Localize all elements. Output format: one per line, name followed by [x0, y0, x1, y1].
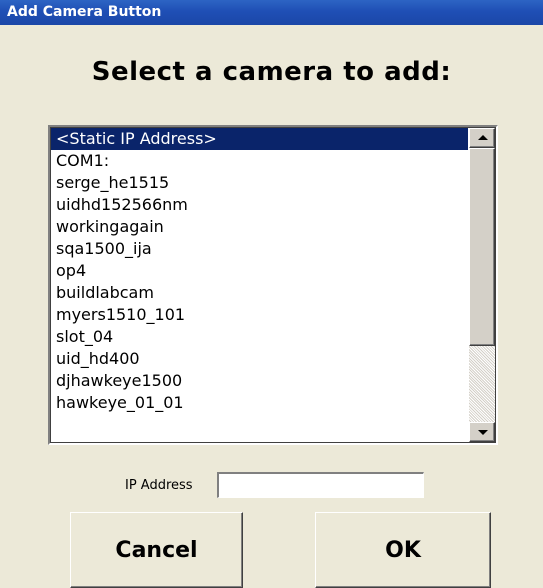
list-item-op4[interactable]: op4: [51, 260, 468, 282]
list-item-djhawkeye1500[interactable]: djhawkeye1500: [51, 370, 468, 392]
list-item-buildlabcam[interactable]: buildlabcam: [51, 282, 468, 304]
add-camera-dialog: Add Camera Button Select a camera to add…: [0, 0, 543, 588]
list-item-serge-he1515[interactable]: serge_he1515: [51, 172, 468, 194]
list-item-slot-04[interactable]: slot_04: [51, 326, 468, 348]
window-title: Add Camera Button: [0, 0, 543, 25]
arrow-up-icon: [478, 135, 488, 140]
ip-address-input[interactable]: [217, 472, 424, 498]
ip-address-label: IP Address: [125, 478, 193, 493]
cancel-button[interactable]: Cancel: [70, 512, 243, 588]
arrow-down-icon: [478, 430, 488, 435]
list-item-sqa1500-ija[interactable]: sqa1500_ija: [51, 238, 468, 260]
camera-list[interactable]: <Static IP Address> COM1: serge_he1515 u…: [51, 128, 468, 444]
list-item-static-ip[interactable]: <Static IP Address>: [51, 128, 468, 150]
list-item-hawkeye-01-01[interactable]: hawkeye_01_01: [51, 392, 468, 414]
list-item-myers1510-101[interactable]: myers1510_101: [51, 304, 468, 326]
list-item-com1[interactable]: COM1:: [51, 150, 468, 172]
list-scrollbar[interactable]: [469, 128, 495, 442]
list-item-uid-hd400[interactable]: uid_hd400: [51, 348, 468, 370]
page-title: Select a camera to add:: [91, 57, 452, 87]
list-item-workingagain[interactable]: workingagain: [51, 216, 468, 238]
scroll-down-button[interactable]: [469, 422, 495, 442]
list-item-uidhd152566nm[interactable]: uidhd152566nm: [51, 194, 468, 216]
camera-listbox[interactable]: <Static IP Address> COM1: serge_he1515 u…: [48, 125, 498, 445]
scroll-up-button[interactable]: [469, 128, 495, 148]
scrollbar-thumb[interactable]: [469, 148, 495, 346]
ok-button[interactable]: OK: [315, 512, 491, 588]
